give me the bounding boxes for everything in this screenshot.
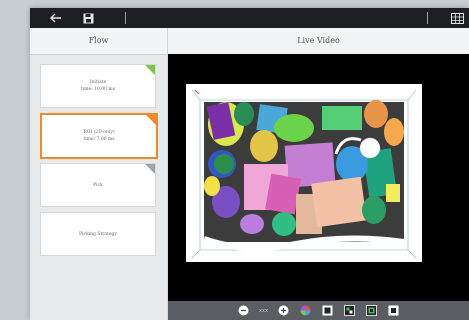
step-title: ROI (2D only)	[83, 130, 115, 135]
save-icon[interactable]	[80, 10, 96, 26]
top-toolbar	[30, 8, 469, 28]
step-time: time: 10.00 ms	[80, 87, 115, 92]
status-corner	[146, 115, 156, 125]
zoom-out-icon[interactable]	[238, 305, 250, 317]
layers-icon[interactable]	[366, 305, 378, 317]
segmentation-image	[186, 84, 422, 262]
flow-step-picking-strategy[interactable]: Picking Strategy	[40, 212, 156, 256]
grid-icon[interactable]	[449, 10, 465, 26]
flow-step-initiate[interactable]: Initiate time: 10.00 ms	[40, 64, 156, 108]
zoom-level-text: xxx	[259, 307, 268, 314]
flow-step-pick[interactable]: Pick	[40, 163, 156, 207]
video-control-bar: xxx	[168, 301, 469, 320]
flow-step-roi[interactable]: ROI (2D only) time: 7.00 ms	[40, 113, 158, 159]
app-window: Flow Initiate time: 10.00 ms ROI (2D onl…	[30, 8, 469, 320]
segmentation-view	[186, 84, 422, 262]
live-video-panel: Live Video xxx	[168, 28, 469, 320]
view-mode-icon[interactable]	[322, 305, 334, 317]
color-wheel-icon[interactable]	[300, 305, 312, 317]
toolbar-divider	[125, 12, 126, 24]
flow-panel-title: Flow	[30, 28, 167, 55]
toolbar-divider	[427, 12, 428, 24]
step-time: time: 7.00 ms	[83, 137, 115, 142]
status-corner	[145, 65, 155, 75]
camera-icon[interactable]	[344, 305, 356, 317]
flow-panel: Flow Initiate time: 10.00 ms ROI (2D onl…	[30, 28, 168, 320]
step-title: Initiate	[89, 80, 107, 85]
step-title: Pick	[93, 182, 103, 188]
back-arrow-icon[interactable]	[48, 10, 64, 26]
video-viewport[interactable]	[168, 54, 469, 301]
step-title: Picking Strategy	[79, 231, 117, 237]
fullscreen-icon[interactable]	[388, 305, 400, 317]
zoom-in-icon[interactable]	[278, 305, 290, 317]
live-video-title: Live Video	[168, 28, 469, 55]
status-corner	[145, 164, 155, 174]
